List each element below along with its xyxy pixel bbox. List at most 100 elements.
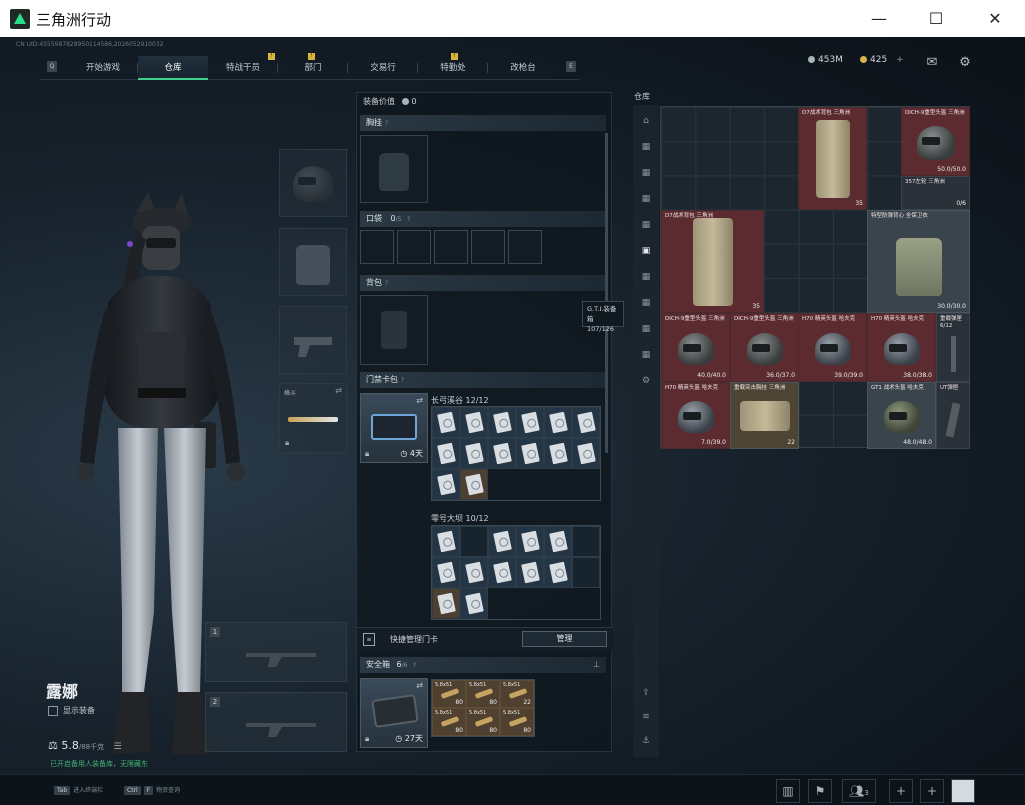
keycard-empty-slot[interactable] — [572, 557, 600, 588]
backpack-slot[interactable] — [360, 295, 428, 365]
keycard-item[interactable] — [544, 438, 572, 469]
anchor-icon[interactable]: ⚓ — [638, 733, 654, 749]
gold-currency[interactable]: 425 + — [860, 55, 904, 75]
nav-prev-key[interactable]: Q — [47, 61, 57, 72]
help-icon[interactable]: ? — [413, 662, 416, 669]
keycard-case-slot[interactable]: ⇄ 🔒︎ ◷ 4天 — [360, 393, 428, 463]
nav-next-key[interactable]: E — [566, 61, 576, 72]
keycard-item[interactable] — [460, 438, 488, 469]
warehouse-item[interactable]: GT1 战术头盔 哈夫克 48.0/48.0 — [867, 382, 936, 449]
search-hint[interactable]: Ctrl F 物资查询 — [124, 785, 180, 795]
checkbox[interactable] — [48, 705, 58, 716]
warehouse-item[interactable]: UT弹匣 — [936, 382, 970, 449]
keycard-item[interactable] — [432, 588, 460, 619]
category-icon[interactable]: ▦ — [638, 321, 654, 337]
swap-icon[interactable]: ⇄ — [416, 396, 423, 405]
tab-start-game[interactable]: 开始游戏 — [68, 56, 138, 80]
category-icon[interactable]: ▦ — [638, 295, 654, 311]
tab-gunsmith[interactable]: 改枪台 ! — [451, 53, 558, 80]
list-icon[interactable]: ☰ — [114, 742, 122, 752]
tab-operators[interactable]: 特战干员 ! — [208, 53, 278, 80]
friends-icon[interactable]: 👥︎3 — [842, 779, 876, 803]
pocket-slot[interactable] — [360, 230, 394, 264]
helmet-slot[interactable] — [279, 149, 347, 217]
keycard-item[interactable] — [432, 407, 460, 438]
safebox-slot[interactable]: ⇄ 🔒︎ ◷ 27天 — [360, 678, 428, 748]
armor-slot[interactable] — [279, 228, 347, 296]
ammo-item[interactable]: 5.8x51 80 — [432, 708, 466, 736]
pocket-slot[interactable] — [471, 230, 505, 264]
keycard-item[interactable] — [544, 526, 572, 557]
pin-icon[interactable]: ⊥ — [593, 657, 600, 673]
pocket-slot[interactable] — [434, 230, 468, 264]
flag-icon[interactable]: ⚑ — [808, 779, 832, 803]
keycard-item[interactable] — [460, 407, 488, 438]
layers-icon[interactable]: ≋ — [638, 709, 654, 725]
category-icon[interactable]: ▦ — [638, 269, 654, 285]
keycard-item[interactable] — [460, 469, 488, 500]
warehouse-item[interactable]: 357左轮 三角洲 0/6 — [901, 176, 970, 210]
ammo-item[interactable]: 5.8x51 80 — [500, 708, 534, 736]
help-icon[interactable]: ? — [385, 280, 388, 287]
keycard-item[interactable] — [572, 438, 600, 469]
warehouse-item[interactable]: H70 精英头盔 哈夫克 7.0/39.0 — [661, 382, 730, 449]
melee-slot[interactable]: 格斗 ⇄ 🔒︎ — [279, 383, 347, 453]
ammo-item[interactable]: 5.8x51 80 — [466, 680, 500, 708]
warehouse-item[interactable]: DICH-9重型头盔 三角洲 36.0/37.0 — [730, 313, 799, 382]
stats-icon[interactable]: ▥ — [776, 779, 800, 803]
close-button[interactable]: ✕ — [967, 0, 1023, 37]
keycard-item[interactable] — [516, 407, 544, 438]
primary-weapon-slot[interactable]: 1 — [205, 622, 347, 682]
mail-icon[interactable]: ✉ — [923, 54, 941, 72]
keycard-item[interactable] — [432, 557, 460, 588]
keycard-item[interactable] — [572, 407, 600, 438]
add-button[interactable]: + — [920, 779, 944, 803]
warehouse-item[interactable]: DICH-9重型头盔 三角洲 50.0/50.0 — [901, 107, 970, 176]
warehouse-item[interactable]: D7战术背包 三角洲 35 — [661, 210, 764, 313]
warehouse-item[interactable]: H70 精英头盔 哈夫克 38.0/38.0 — [867, 313, 936, 382]
minimize-button[interactable]: — — [851, 0, 907, 37]
ammo-item[interactable]: 5.8x51 80 — [466, 708, 500, 736]
tab-warehouse[interactable]: 仓库 — [138, 56, 208, 80]
warehouse-item[interactable]: H70 精英头盔 哈夫克 39.0/39.0 — [798, 313, 867, 382]
swap-icon[interactable]: ⇄ — [416, 681, 423, 690]
keycard-item[interactable] — [516, 557, 544, 588]
all-items-icon[interactable]: ⌂ — [638, 113, 654, 129]
category-icon[interactable]: ▦ — [638, 217, 654, 233]
keycard-item[interactable] — [488, 407, 516, 438]
warehouse-item[interactable]: 重载弹匣6/12 — [936, 313, 970, 382]
keycard-item[interactable] — [460, 557, 488, 588]
swap-icon[interactable]: ⇄ — [335, 386, 342, 395]
chest-rig-slot[interactable] — [360, 135, 428, 203]
keycard-item[interactable] — [432, 469, 460, 500]
add-gold-button[interactable]: + — [896, 55, 904, 65]
keycard-item[interactable] — [432, 438, 460, 469]
pocket-slot[interactable] — [508, 230, 542, 264]
avatar[interactable] — [951, 779, 975, 803]
keycard-item[interactable] — [488, 557, 516, 588]
keycard-item[interactable] — [460, 588, 488, 619]
keycard-empty-slot[interactable] — [460, 526, 488, 557]
ammo-item[interactable]: 5.8x51 22 — [500, 680, 534, 708]
maximize-button[interactable]: ☐ — [908, 0, 964, 37]
category-icon[interactable]: ▦ — [638, 191, 654, 207]
tab-trading[interactable]: 交易行 ! — [308, 53, 418, 80]
warehouse-item[interactable]: 重载突击胸挂 三角洲 22 — [730, 382, 799, 449]
keycard-item[interactable] — [432, 526, 460, 557]
keycard-item[interactable] — [516, 526, 544, 557]
scrollbar[interactable] — [605, 133, 608, 453]
keycard-item[interactable] — [488, 438, 516, 469]
warehouse-item[interactable]: DICH-9重型头盔 三角洲 40.0/40.0 — [661, 313, 730, 382]
ammo-item[interactable]: 5.8x51 80 — [432, 680, 466, 708]
help-icon[interactable]: ? — [385, 120, 388, 127]
gear-icon[interactable]: ⚙ — [956, 54, 974, 72]
category-icon[interactable]: ▦ — [638, 347, 654, 363]
keycard-item[interactable] — [488, 526, 516, 557]
keycard-item[interactable] — [544, 557, 572, 588]
category-icon-active[interactable]: ▣ — [638, 243, 654, 259]
show-equipment-toggle[interactable]: 显示装备 — [48, 705, 95, 716]
keycard-empty-slot[interactable] — [572, 526, 600, 557]
add-button[interactable]: + — [889, 779, 913, 803]
category-icon[interactable]: ▦ — [638, 139, 654, 155]
warehouse-item[interactable]: 特型防弹背心 全保卫衣 30.0/30.0 — [867, 210, 970, 313]
